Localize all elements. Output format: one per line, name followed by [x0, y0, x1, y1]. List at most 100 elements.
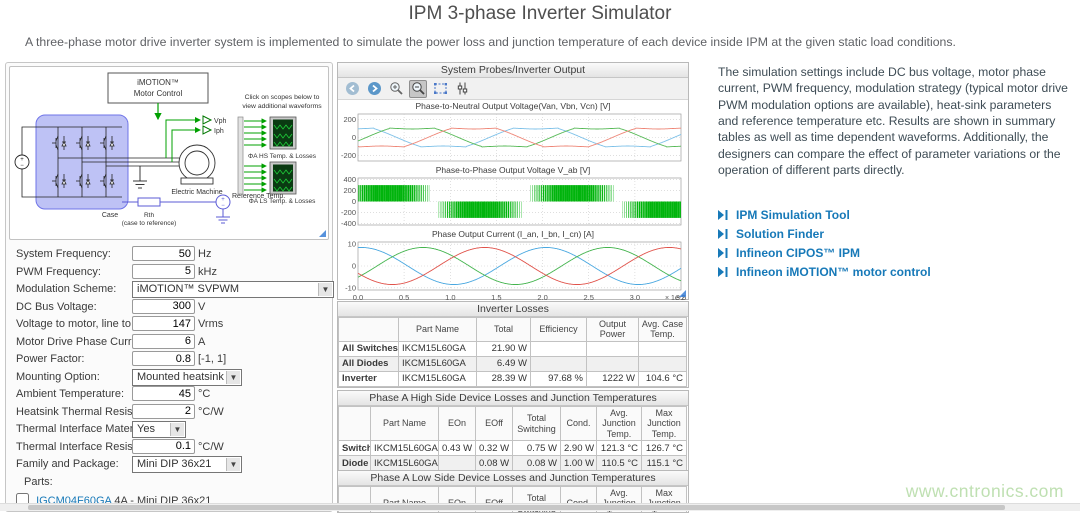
- col-header: EOn: [439, 407, 476, 441]
- field-label: System Frequency:: [16, 248, 111, 260]
- scope-panel: System Probes/Inverter Output Phase-to-N…: [337, 62, 689, 300]
- inverter-losses-title: Inverter Losses: [338, 302, 688, 317]
- field-unit: V: [198, 301, 205, 313]
- form-row: Mounting Option: Mounted heatsink ▼: [6, 370, 332, 386]
- scope-panel-title: System Probes/Inverter Output: [338, 63, 688, 78]
- phase-a-hs-title: Phase A High Side Device Losses and Junc…: [338, 391, 688, 406]
- page-subtitle: A three-phase motor drive inverter syste…: [25, 35, 1025, 49]
- svg-text:−: −: [20, 163, 24, 169]
- heatsink-thermal-resistance-input[interactable]: [132, 404, 195, 419]
- hs-scope-label: ΦA HS Temp. & Losses: [248, 153, 317, 160]
- ambient-temperature-input[interactable]: [132, 386, 195, 401]
- form-row: Modulation Scheme: iMOTION™ SVPWM ▼: [6, 282, 332, 298]
- dc-bus-voltage-input[interactable]: [132, 299, 195, 314]
- value-cell: 0.08 W: [513, 456, 561, 471]
- plot-title-phase-to-phase: Phase-to-Phase Output Voltage V_ab [V]: [338, 164, 688, 176]
- field-label: Family and Package:: [16, 458, 119, 470]
- table-row: Switch IKCM15L60GA 0.43 W 0.32 W 0.75 W …: [339, 441, 687, 456]
- plot-phase-to-neutral-voltage[interactable]: 2000-200: [338, 112, 686, 164]
- value-cell: 104.6 °C: [639, 371, 687, 386]
- value-cell: 6.49 W: [477, 356, 531, 371]
- scrollbar-thumb[interactable]: [28, 505, 1005, 510]
- field-unit: A: [198, 336, 205, 348]
- probe-bus-bar: [238, 117, 243, 194]
- svg-text:0: 0: [352, 262, 356, 271]
- description-sidebar: The simulation settings include DC bus v…: [718, 64, 1072, 281]
- col-header: Avg. Junction Temp.: [597, 407, 642, 441]
- table-row: Inverter IKCM15L60GA 28.39 W 97.68 % 122…: [339, 371, 687, 386]
- field-unit: Vrms: [198, 318, 223, 330]
- value-cell: [439, 456, 476, 471]
- system-frequency-input[interactable]: [132, 246, 195, 261]
- back-view-button[interactable]: [343, 80, 361, 98]
- scope-toolbar: [338, 78, 688, 100]
- mounting-option-select[interactable]: Mounted heatsink ▼: [132, 369, 242, 386]
- col-header: [339, 407, 371, 441]
- row-label: All Diodes: [339, 356, 399, 371]
- value-cell: 21.90 W: [477, 341, 531, 356]
- col-header: Efficiency: [531, 318, 587, 342]
- zoom-in-button[interactable]: [387, 80, 405, 98]
- form-row: Power Factor: [-1, 1]: [6, 352, 332, 368]
- diagram-resize-grip[interactable]: [319, 230, 326, 237]
- part-name-cell: IKCM15L60GA: [371, 456, 439, 471]
- field-unit: °C/W: [198, 406, 224, 418]
- table-row: All Diodes IKCM15L60GA 6.49 W: [339, 356, 687, 371]
- thermal-interface-material-select[interactable]: Yes ▼: [132, 421, 186, 438]
- form-row: Ambient Temperature: °C: [6, 387, 332, 403]
- chevron-down-icon: ▼: [226, 371, 240, 384]
- svg-text:-200: -200: [341, 208, 356, 217]
- svg-text:0: 0: [352, 133, 356, 142]
- power-factor-input[interactable]: [132, 351, 195, 366]
- form-row: Voltage to motor, line to line: Vrms: [6, 317, 332, 333]
- plot-phase-output-current[interactable]: 100-100.00.51.01.52.02.53.03.5× 1e-2: [338, 240, 686, 302]
- box-zoom-button[interactable]: [409, 80, 427, 98]
- value-cell: [531, 341, 587, 356]
- arrow-bar-icon: [718, 229, 729, 239]
- value-cell: 97.68 %: [531, 371, 587, 386]
- value-cell: 1.00 W: [561, 456, 597, 471]
- form-row: Heatsink Thermal Resistance: °C/W: [6, 405, 332, 421]
- forward-view-button[interactable]: [365, 80, 383, 98]
- ls-scope-thumbnail[interactable]: [270, 162, 296, 194]
- circuit-diagram-svg: iMOTION™ Motor Control + −: [10, 67, 328, 237]
- link-ipm-simulation-tool[interactable]: IPM Simulation Tool: [718, 205, 1072, 224]
- inverter-losses-panel: Inverter Losses Part Name Total Efficien…: [337, 301, 689, 388]
- link-infineon-imotion[interactable]: Infineon iMOTION™ motor control: [718, 262, 1072, 281]
- svg-text:0: 0: [352, 197, 356, 206]
- pwm-frequency-input[interactable]: [132, 264, 195, 279]
- zoom-in-icon: [389, 81, 404, 96]
- svg-text:-400: -400: [341, 219, 356, 228]
- part-name-cell: IKCM15L60GA: [399, 371, 477, 386]
- motor-voltage-input[interactable]: [132, 316, 195, 331]
- family-package-select[interactable]: Mini DIP 36x21 ▼: [132, 456, 242, 473]
- col-header: Total: [477, 318, 531, 342]
- thermal-interface-resistance-input[interactable]: [132, 439, 195, 454]
- row-label: Inverter: [339, 371, 399, 386]
- field-label: Power Factor:: [16, 353, 84, 365]
- link-solution-finder[interactable]: Solution Finder: [718, 224, 1072, 243]
- inverter-losses-table: Part Name Total Efficiency Output Power …: [338, 317, 687, 387]
- value-cell: 115.1 °C: [642, 456, 687, 471]
- fit-view-button[interactable]: [431, 80, 449, 98]
- field-unit: °C/W: [198, 441, 224, 453]
- horizontal-scrollbar[interactable]: [0, 503, 1080, 511]
- plot-phase-to-phase-voltage[interactable]: 4002000-200-400: [338, 176, 686, 228]
- svg-text:400: 400: [343, 176, 356, 184]
- hs-scope-thumbnail[interactable]: [270, 117, 296, 149]
- modulation-scheme-select[interactable]: iMOTION™ SVPWM ▼: [132, 281, 334, 298]
- field-unit: °C: [198, 388, 210, 400]
- part-name-cell: IKCM15L60GA: [399, 341, 477, 356]
- part-name-cell: IKCM15L60GA: [399, 356, 477, 371]
- field-label: Thermal Interface Material:: [16, 423, 147, 435]
- forward-icon: [367, 81, 382, 96]
- value-cell: 1222 W: [587, 371, 639, 386]
- cursors-button[interactable]: [453, 80, 471, 98]
- phase-current-input[interactable]: [132, 334, 195, 349]
- value-cell: 28.39 W: [477, 371, 531, 386]
- col-header: Part Name: [399, 318, 477, 342]
- svg-text:200: 200: [343, 115, 356, 124]
- link-infineon-cipos-ipm[interactable]: Infineon CIPOS™ IPM: [718, 243, 1072, 262]
- arrow-bar-icon: [718, 248, 729, 258]
- scope-resize-grip[interactable]: [679, 290, 686, 297]
